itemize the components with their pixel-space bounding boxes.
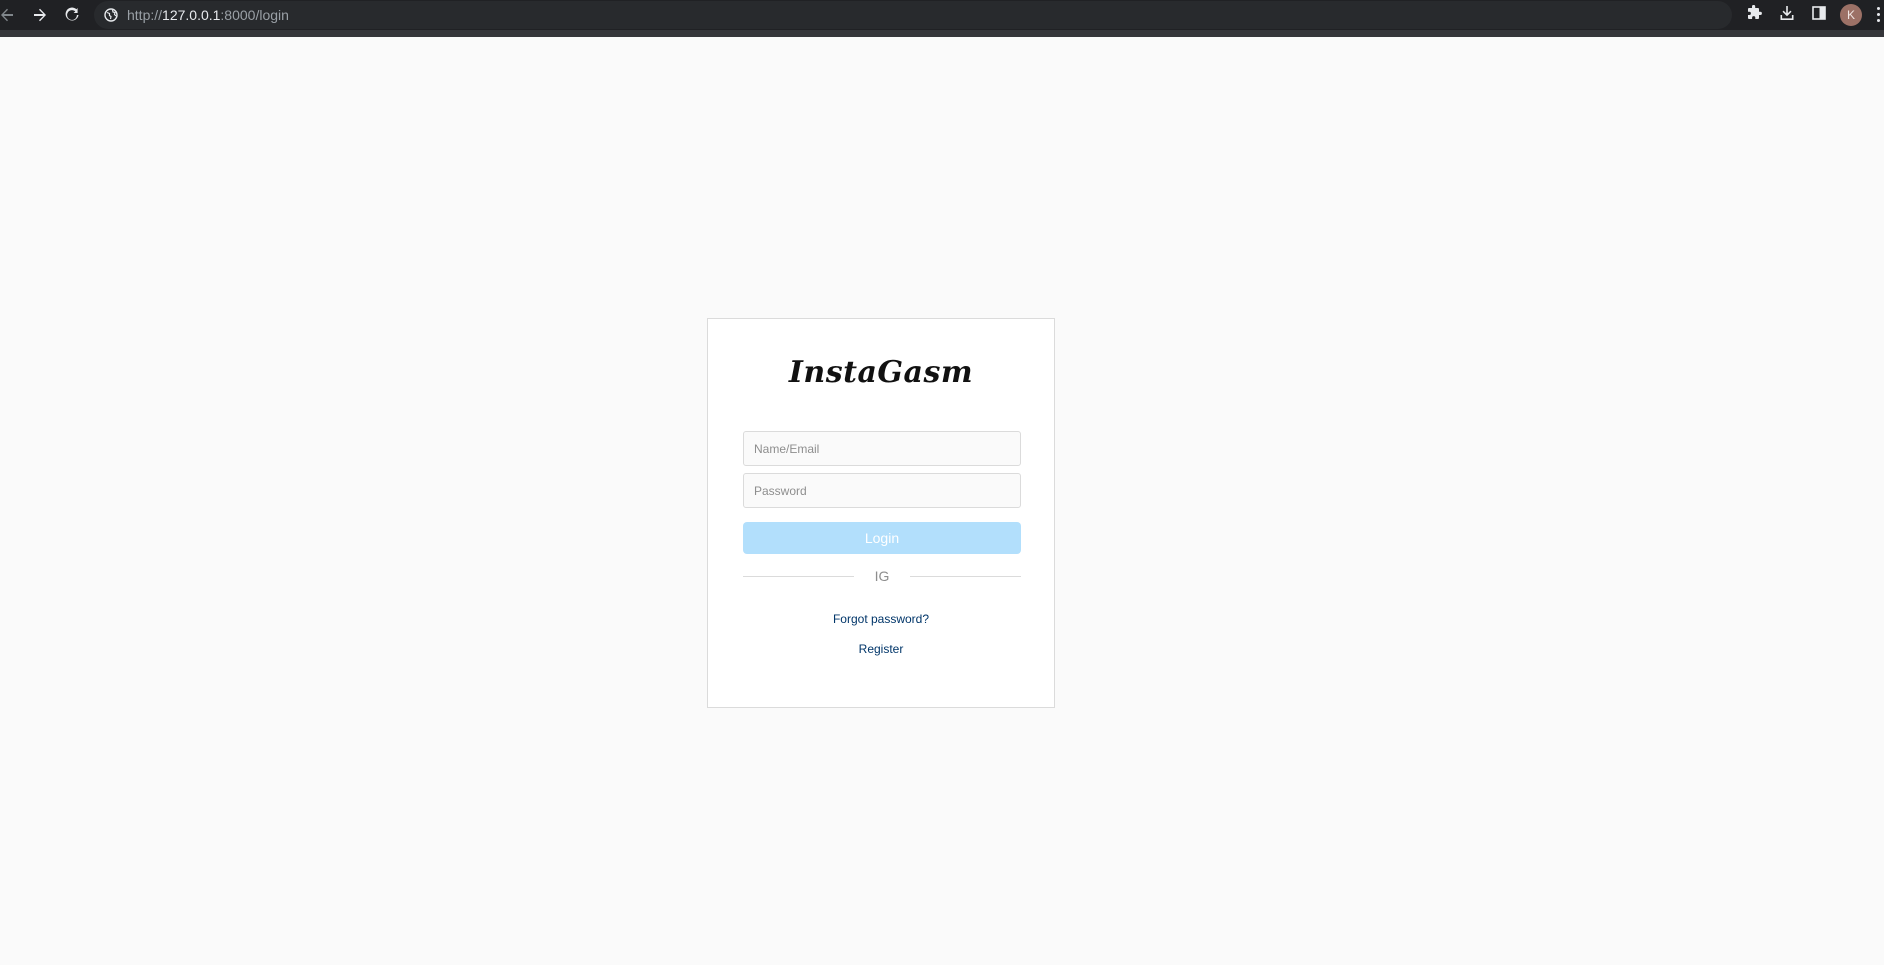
brand-logo: InstaGasm [788,355,974,390]
puzzle-icon [1746,4,1762,26]
divider-line-right [910,576,1021,577]
arrow-left-icon [0,7,15,23]
forward-button[interactable] [28,3,52,27]
reload-icon [64,7,80,23]
side-panel-icon [1811,5,1827,26]
forgot-password-link[interactable]: Forgot password? [708,612,1054,626]
url-path: :8000/login [220,7,289,23]
url-scheme: http:// [127,7,163,23]
login-card: InstaGasm Login IG Forgot password? Regi… [707,318,1055,708]
globe-icon[interactable] [104,8,118,22]
side-panel-button[interactable] [1808,4,1830,26]
username-input[interactable] [743,431,1021,466]
arrow-right-icon [32,7,48,23]
profile-avatar[interactable]: K [1840,4,1862,26]
back-button[interactable] [0,3,19,27]
browser-toolbar: http://127.0.0.1:8000/login K [0,0,1884,37]
login-button[interactable]: Login [743,522,1021,554]
or-divider: IG [743,567,1021,585]
register-link[interactable]: Register [708,642,1054,656]
url-text: http://127.0.0.1:8000/login [127,7,289,23]
password-input[interactable] [743,473,1021,508]
url-host: 127.0.0.1 [162,7,221,23]
download-icon [1779,5,1795,26]
kebab-menu-icon[interactable] [1877,7,1881,23]
address-bar[interactable]: http://127.0.0.1:8000/login [94,1,1732,29]
extensions-button[interactable] [1743,4,1765,26]
downloads-button[interactable] [1776,4,1798,26]
reload-button[interactable] [60,3,84,27]
